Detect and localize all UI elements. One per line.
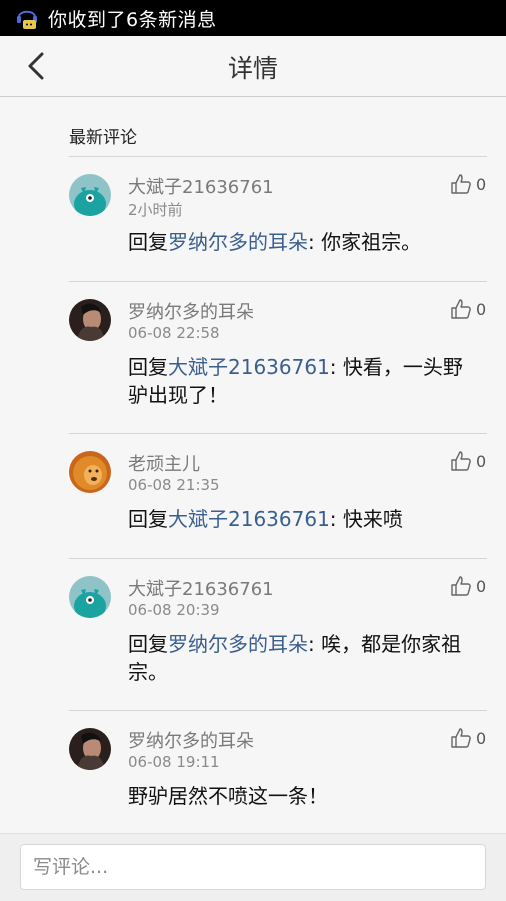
comment-text: : 你家祖宗。 (308, 230, 422, 254)
comment-body: 野驴居然不喷这一条！ (128, 782, 480, 810)
avatar[interactable] (69, 728, 111, 770)
comment-composer (0, 833, 506, 901)
comment-body: 回复罗纳尔多的耳朵: 你家祖宗。 (128, 228, 480, 256)
thumbs-up-icon (451, 576, 471, 596)
divider (69, 433, 487, 434)
reply-prefix: 回复 (128, 632, 168, 656)
like-button[interactable]: 0 (450, 297, 490, 321)
chat-notification-icon (14, 5, 40, 31)
comment-author[interactable]: 大斌子21636761 (128, 575, 274, 601)
mention-link[interactable]: 罗纳尔多的耳朵 (168, 230, 308, 254)
comments-panel: 最新评论 大斌子21636761 2小时前 0 回复罗纳尔多的耳朵: 你家祖宗。 (0, 97, 506, 833)
portrait-avatar (69, 728, 111, 770)
thumbs-up-icon (451, 451, 471, 471)
divider (69, 281, 487, 282)
status-bar: 你收到了6条新消息 (0, 0, 506, 36)
like-count: 0 (476, 728, 487, 748)
comment-body: 回复大斌子21636761: 快看，一头野驴出现了！ (128, 353, 480, 409)
avatar[interactable] (69, 451, 111, 493)
like-count: 0 (476, 451, 487, 471)
comment-author[interactable]: 罗纳尔多的耳朵 (128, 298, 254, 324)
reply-prefix: 回复 (128, 507, 168, 531)
reply-prefix: 回复 (128, 230, 168, 254)
like-button[interactable]: 0 (450, 726, 490, 750)
thumbs-up-icon (451, 728, 471, 748)
comment-body: 回复大斌子21636761: 快来喷 (128, 505, 480, 533)
mention-link[interactable]: 罗纳尔多的耳朵 (168, 632, 308, 656)
comment-author[interactable]: 罗纳尔多的耳朵 (128, 727, 254, 753)
comment-time: 06-08 19:11 (128, 753, 220, 771)
thumbs-up-icon (451, 299, 471, 319)
mention-link[interactable]: 大斌子21636761 (168, 507, 330, 531)
thumbs-up-icon (451, 174, 471, 194)
notification-text: 你收到了6条新消息 (48, 8, 217, 31)
portrait-avatar (69, 299, 111, 341)
divider (69, 558, 487, 559)
divider (69, 156, 487, 157)
like-count: 0 (476, 576, 487, 596)
like-count: 0 (476, 299, 487, 319)
like-button[interactable]: 0 (450, 172, 490, 196)
section-title: 最新评论 (69, 128, 137, 148)
comment-text: : 快来喷 (329, 507, 403, 531)
comment-text: 野驴居然不喷这一条！ (128, 784, 328, 808)
nav-bar: 详情 (0, 36, 506, 97)
like-count: 0 (476, 174, 487, 194)
comment-time: 06-08 21:35 (128, 476, 220, 494)
avatar[interactable] (69, 576, 111, 618)
teal-monster-avatar (69, 576, 111, 618)
mention-link[interactable]: 大斌子21636761 (168, 355, 330, 379)
like-button[interactable]: 0 (450, 449, 490, 473)
like-button[interactable]: 0 (450, 574, 490, 598)
comment-author[interactable]: 大斌子21636761 (128, 173, 274, 199)
reply-prefix: 回复 (128, 355, 168, 379)
comment-input[interactable] (20, 844, 486, 890)
avatar[interactable] (69, 174, 111, 216)
teal-monster-avatar (69, 174, 111, 216)
comment-time: 06-08 22:58 (128, 324, 220, 342)
avatar[interactable] (69, 299, 111, 341)
comment-author[interactable]: 老顽主儿 (128, 450, 200, 476)
divider (69, 710, 487, 711)
comment-time: 2小时前 (128, 201, 183, 219)
lion-avatar (69, 451, 111, 493)
comment-time: 06-08 20:39 (128, 601, 220, 619)
page-title: 详情 (227, 54, 278, 83)
comment-body: 回复罗纳尔多的耳朵: 唉，都是你家祖宗。 (128, 630, 480, 686)
